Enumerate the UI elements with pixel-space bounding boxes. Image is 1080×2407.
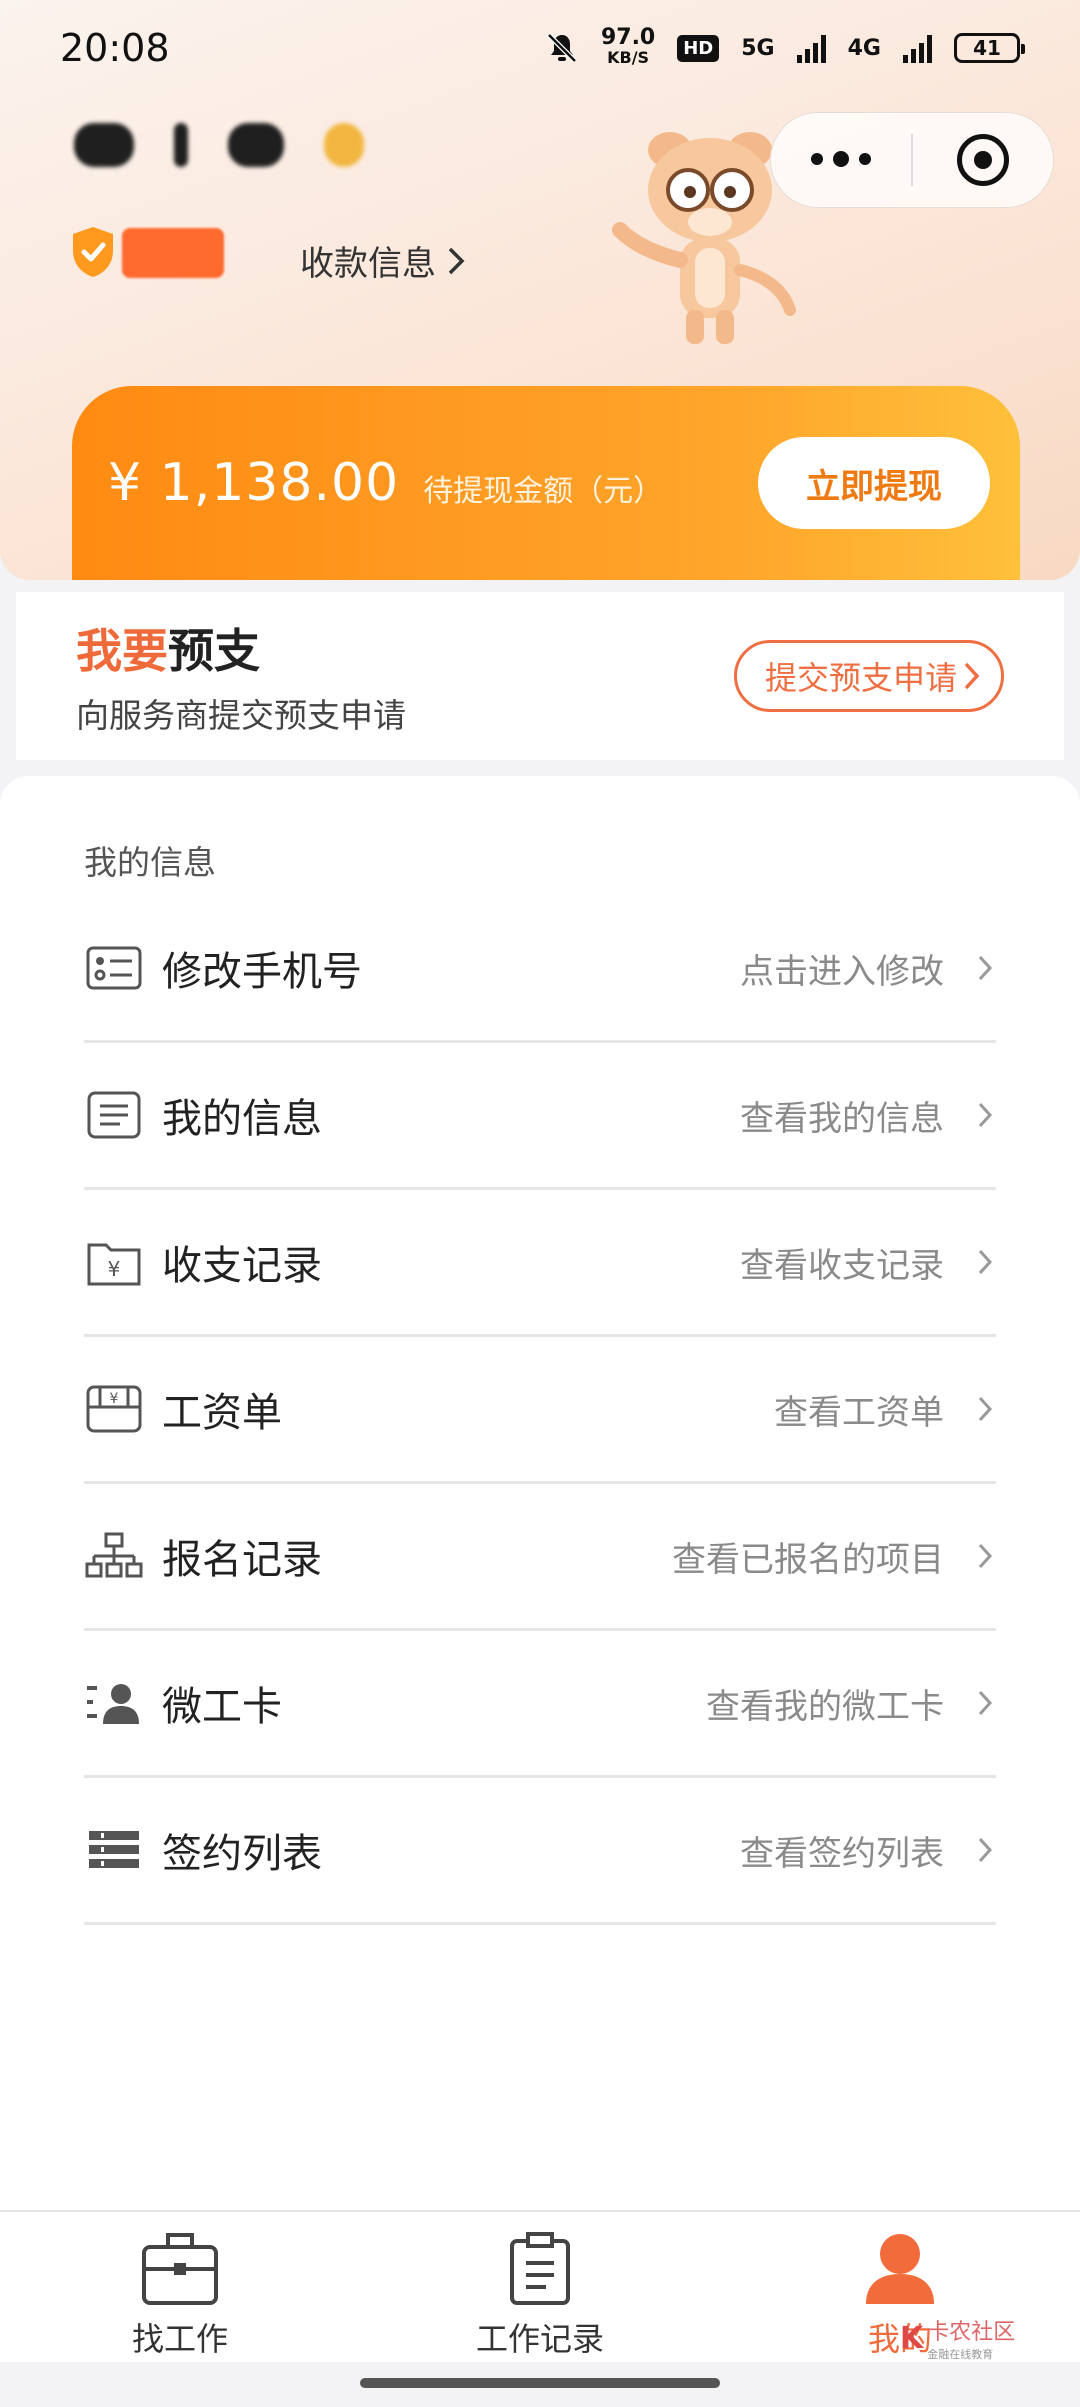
payslip-icon: ¥ bbox=[84, 1379, 144, 1439]
list-item-micro-work-card[interactable]: 微工卡 查看我的微工卡 bbox=[84, 1631, 996, 1778]
org-chart-icon bbox=[84, 1526, 144, 1586]
list-item-hint: 点击进入修改 bbox=[740, 951, 944, 992]
list-item-label: 签约列表 bbox=[162, 1831, 322, 1877]
list-item-hint: 查看签约列表 bbox=[740, 1833, 944, 1874]
status-bar: 20:08 97.0 KB/S HD 5G 4G 41 bbox=[0, 0, 1080, 96]
list-item-hint: 查看我的微工卡 bbox=[706, 1686, 944, 1727]
yuan-folder-icon: ¥ bbox=[84, 1232, 144, 1292]
svg-text:¥: ¥ bbox=[108, 1257, 121, 1281]
tab-label: 找工作 bbox=[131, 2320, 228, 2358]
network-4g-label: 4G bbox=[847, 35, 881, 61]
watermark: K 卡农社区 金融在线教育 bbox=[900, 2314, 1015, 2362]
close-button[interactable] bbox=[913, 134, 1053, 186]
document-icon bbox=[84, 1085, 144, 1145]
user-name-redacted bbox=[74, 110, 414, 180]
list-item-hint: 查看已报名的项目 bbox=[672, 1539, 944, 1580]
more-options-button[interactable] bbox=[771, 151, 911, 167]
chevron-right-icon bbox=[978, 1249, 993, 1275]
advance-subtitle: 向服务商提交预支申请 bbox=[76, 696, 406, 735]
clipboard-icon bbox=[495, 2226, 585, 2312]
list-item-contract-list[interactable]: 签约列表 查看签约列表 bbox=[84, 1778, 996, 1925]
net-speed-unit: KB/S bbox=[607, 48, 650, 67]
list-item-label: 收支记录 bbox=[162, 1243, 322, 1289]
close-target-icon bbox=[957, 134, 1009, 186]
list-item-label: 修改手机号 bbox=[162, 949, 362, 995]
briefcase-icon bbox=[135, 2226, 225, 2312]
list-icon bbox=[84, 1820, 144, 1880]
advance-title-accent: 我要 bbox=[76, 624, 168, 678]
list-item-income-expense[interactable]: ¥ 收支记录 查看收支记录 bbox=[84, 1190, 996, 1337]
chevron-right-icon bbox=[448, 247, 465, 274]
list-item-label: 报名记录 bbox=[162, 1537, 322, 1583]
user-icon bbox=[855, 2226, 945, 2312]
withdraw-button[interactable]: 立即提现 bbox=[758, 437, 990, 529]
payment-info-label: 收款信息 bbox=[300, 244, 436, 284]
balance-amount: ¥ 1,138.00 bbox=[108, 453, 400, 513]
hd-badge: HD bbox=[677, 34, 720, 62]
list-item-signup-records[interactable]: 报名记录 查看已报名的项目 bbox=[84, 1484, 996, 1631]
list-item-hint: 查看收支记录 bbox=[740, 1245, 944, 1286]
submit-advance-button[interactable]: 提交预支申请 bbox=[733, 640, 1004, 712]
chevron-right-icon bbox=[978, 1543, 993, 1569]
person-card-icon bbox=[84, 1673, 144, 1733]
tab-find-job[interactable]: 找工作 bbox=[0, 2212, 360, 2362]
advance-title-rest: 预支 bbox=[168, 624, 260, 678]
svg-text:¥: ¥ bbox=[110, 1391, 119, 1407]
chevron-right-icon bbox=[978, 1102, 993, 1128]
list-item-my-info[interactable]: 我的信息 查看我的信息 bbox=[84, 1043, 996, 1190]
signal-icon-2 bbox=[903, 33, 932, 63]
home-indicator[interactable] bbox=[360, 2378, 720, 2388]
submit-advance-label: 提交预支申请 bbox=[764, 659, 957, 697]
advance-pay-banner: 我要预支 向服务商提交预支申请 提交预支申请 bbox=[16, 592, 1064, 760]
chevron-right-icon bbox=[978, 1396, 993, 1422]
chevron-right-icon bbox=[978, 955, 993, 981]
balance-card: ¥ 1,138.00 待提现金额（元） 立即提现 bbox=[72, 386, 1020, 580]
network-5g-label: 5G bbox=[741, 35, 775, 61]
id-card-icon bbox=[84, 938, 144, 998]
signal-icon bbox=[796, 33, 826, 63]
list-item-label: 微工卡 bbox=[162, 1684, 282, 1730]
my-info-section: 我的信息 修改手机号 点击进入修改 我的信息 查看我的信息 ¥ 收支记录 查看收… bbox=[0, 776, 1080, 2210]
advance-title: 我要预支 bbox=[76, 615, 734, 681]
list-item-change-phone[interactable]: 修改手机号 点击进入修改 bbox=[84, 896, 996, 1043]
tab-label: 工作记录 bbox=[475, 2320, 604, 2358]
chevron-right-icon bbox=[978, 1837, 993, 1863]
watermark-logo-icon: K bbox=[900, 2320, 924, 2356]
info-list: 修改手机号 点击进入修改 我的信息 查看我的信息 ¥ 收支记录 查看收支记录 ¥… bbox=[84, 896, 996, 1925]
balance-label: 待提现金额（元） bbox=[423, 474, 664, 509]
list-item-payslip[interactable]: ¥ 工资单 查看工资单 bbox=[84, 1337, 996, 1484]
id-number-redacted bbox=[122, 228, 224, 278]
status-time: 20:08 bbox=[60, 26, 170, 70]
net-speed: 97.0 KB/S bbox=[600, 25, 656, 68]
mini-program-capsule bbox=[770, 112, 1054, 208]
tab-work-records[interactable]: 工作记录 bbox=[360, 2212, 720, 2362]
payment-info-link[interactable]: 收款信息 bbox=[300, 236, 466, 285]
list-item-label: 我的信息 bbox=[162, 1096, 322, 1142]
list-item-label: 工资单 bbox=[162, 1390, 282, 1436]
bell-muted-icon bbox=[547, 33, 577, 63]
list-item-hint: 查看工资单 bbox=[774, 1392, 944, 1433]
chevron-right-icon bbox=[978, 1690, 993, 1716]
verified-shield-icon bbox=[73, 227, 113, 277]
net-speed-value: 97.0 bbox=[600, 25, 656, 50]
watermark-subtext: 金融在线教育 bbox=[927, 2348, 994, 2361]
chevron-right-icon bbox=[964, 662, 980, 690]
status-icons: 97.0 KB/S HD 5G 4G 41 bbox=[545, 25, 1025, 68]
list-item-hint: 查看我的信息 bbox=[740, 1098, 944, 1139]
battery-icon: 41 bbox=[954, 33, 1025, 63]
section-title: 我的信息 bbox=[84, 843, 216, 882]
watermark-text: 卡农社区 bbox=[927, 2320, 1016, 2345]
